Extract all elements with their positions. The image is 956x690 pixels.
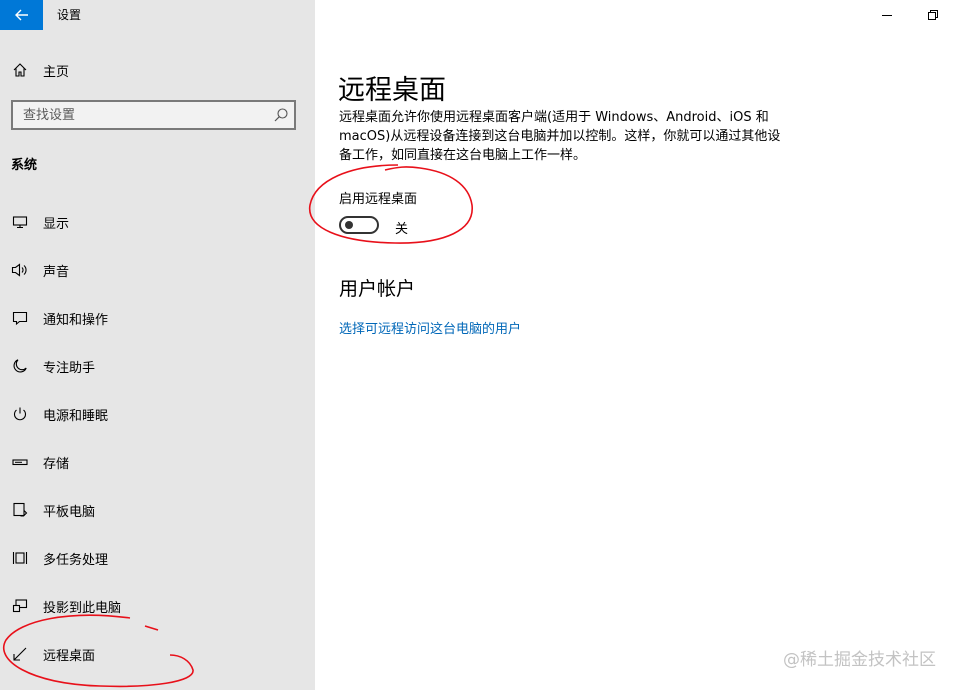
search-icon[interactable] (272, 106, 290, 124)
user-accounts-heading: 用户帐户 (339, 278, 416, 300)
sidebar-item-sound[interactable]: 声音 (0, 246, 315, 294)
app-title: 设置 (57, 8, 82, 22)
sidebar-item-label: 存储 (43, 456, 70, 472)
sidebar-item-remote-desktop[interactable]: 远程桌面 (0, 630, 315, 678)
select-users-link[interactable]: 选择可远程访问这台电脑的用户 (339, 318, 521, 337)
watermark-text: @稀土掘金技术社区 (783, 650, 936, 670)
toggle-knob (345, 221, 353, 229)
search-box[interactable] (11, 100, 296, 130)
page-description: 远程桌面允许你使用远程桌面客户端(适用于 Windows、Android、iOS… (339, 110, 781, 163)
sidebar-item-label: 平板电脑 (43, 504, 96, 520)
minimize-button[interactable] (864, 0, 910, 30)
sidebar-item-label: 多任务处理 (43, 552, 109, 568)
sidebar-item-label: 通知和操作 (43, 312, 109, 328)
home-icon (11, 61, 29, 79)
page-title: 远程桌面 (338, 75, 446, 107)
section-title: 系统 (11, 158, 38, 173)
main-content: 远程桌面 远程桌面允许你使用远程桌面客户端(适用于 Windows、Androi… (315, 0, 956, 690)
multitasking-icon (11, 549, 29, 567)
minimize-icon (882, 15, 892, 16)
project-icon (11, 597, 29, 615)
restore-button[interactable] (910, 0, 956, 30)
tablet-icon (11, 501, 29, 519)
sidebar-item-display[interactable]: 显示 (0, 198, 315, 246)
toggle-state-text: 关 (395, 222, 409, 237)
restore-icon (928, 10, 938, 20)
sidebar-nav-list: 显示 声音 通知和操作 专注助手 电源和睡眠 存储 平板电脑 多任务处理 投影到… (0, 198, 315, 678)
sidebar-item-label: 显示 (43, 216, 70, 232)
sidebar-item-power-sleep[interactable]: 电源和睡眠 (0, 390, 315, 438)
back-button[interactable] (0, 0, 43, 30)
sidebar-item-focus-assist[interactable]: 专注助手 (0, 342, 315, 390)
sidebar-item-label: 电源和睡眠 (43, 408, 109, 424)
sidebar-item-multitasking[interactable]: 多任务处理 (0, 534, 315, 582)
toggle-label: 启用远程桌面 (339, 192, 418, 207)
sidebar-item-label: 声音 (43, 264, 70, 280)
back-arrow-icon (14, 9, 28, 21)
remote-desktop-icon (11, 645, 29, 663)
sidebar-item-tablet[interactable]: 平板电脑 (0, 486, 315, 534)
settings-sidebar: 设置 主页 系统 显示 (0, 0, 315, 690)
sidebar-item-project-to-pc[interactable]: 投影到此电脑 (0, 582, 315, 630)
search-input[interactable] (13, 102, 273, 128)
storage-icon (11, 453, 29, 471)
moon-icon (11, 357, 29, 375)
sidebar-item-notifications[interactable]: 通知和操作 (0, 294, 315, 342)
window-controls (864, 0, 956, 30)
notification-icon (11, 309, 29, 327)
remote-desktop-toggle[interactable] (339, 216, 379, 234)
speaker-icon (11, 261, 29, 279)
monitor-icon (11, 213, 29, 231)
sidebar-item-home[interactable]: 主页 (0, 52, 315, 88)
sidebar-item-label: 专注助手 (43, 360, 96, 376)
sidebar-item-label: 投影到此电脑 (43, 600, 122, 616)
power-icon (11, 405, 29, 423)
sidebar-item-label: 远程桌面 (43, 648, 96, 664)
sidebar-item-label: 主页 (43, 64, 70, 80)
sidebar-item-storage[interactable]: 存储 (0, 438, 315, 486)
